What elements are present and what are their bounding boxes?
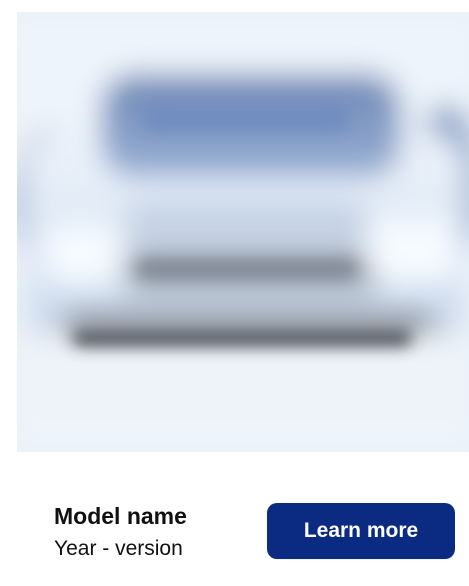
vehicle-image [17,12,469,452]
card-footer: Model name Year - version Learn more [0,452,469,586]
year-version: Year - version [54,537,183,560]
learn-more-button[interactable]: Learn more [267,503,455,559]
vehicle-card: Model name Year - version Learn more [0,0,469,586]
model-name: Model name [54,503,187,529]
